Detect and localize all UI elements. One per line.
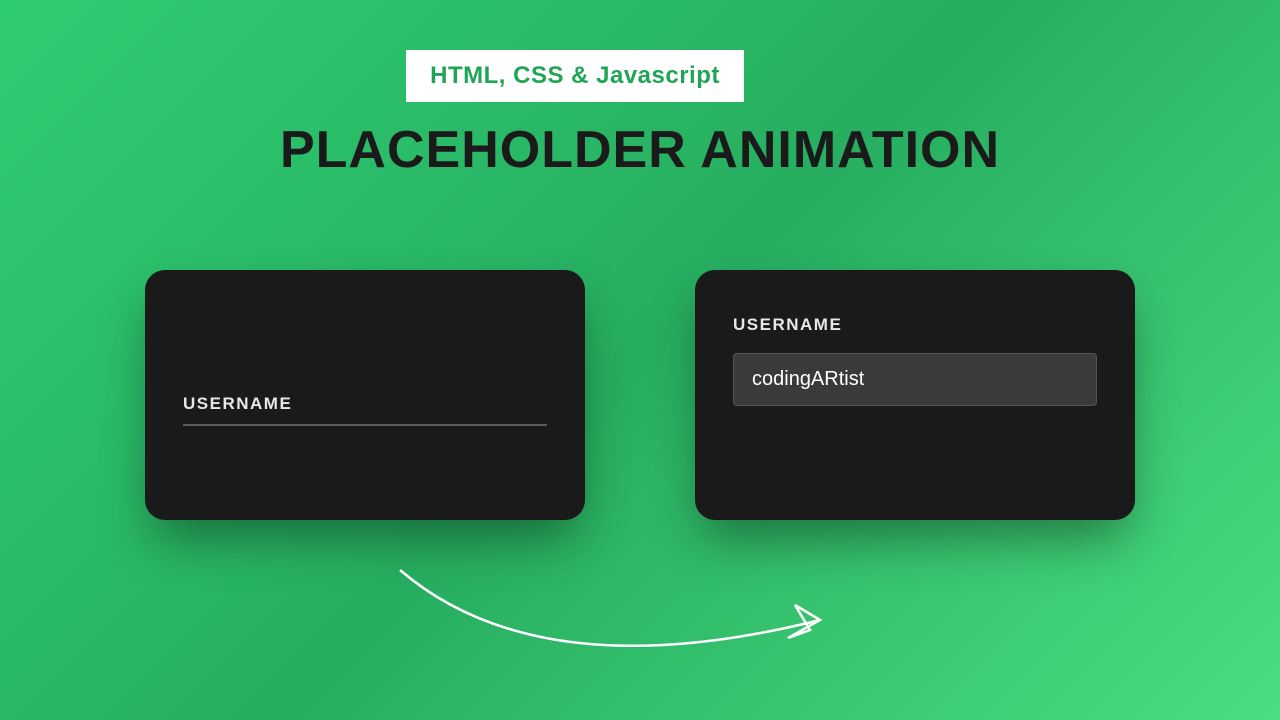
card-filled-state: USERNAME bbox=[695, 270, 1135, 520]
header: HTML, CSS & Javascript PLACEHOLDER ANIMA… bbox=[0, 0, 1280, 180]
username-label-placeholder: USERNAME bbox=[183, 394, 547, 414]
username-input-filled[interactable] bbox=[733, 353, 1097, 406]
card-empty-state: USERNAME bbox=[145, 270, 585, 520]
tech-badge: HTML, CSS & Javascript bbox=[406, 50, 744, 102]
arrow-icon bbox=[340, 550, 940, 690]
username-label-floated: USERNAME bbox=[733, 315, 1097, 335]
arrow-decoration bbox=[340, 550, 940, 690]
username-input-empty[interactable] bbox=[183, 424, 547, 426]
page-title: PLACEHOLDER ANIMATION bbox=[0, 120, 1280, 180]
cards-container: USERNAME USERNAME bbox=[0, 270, 1280, 520]
